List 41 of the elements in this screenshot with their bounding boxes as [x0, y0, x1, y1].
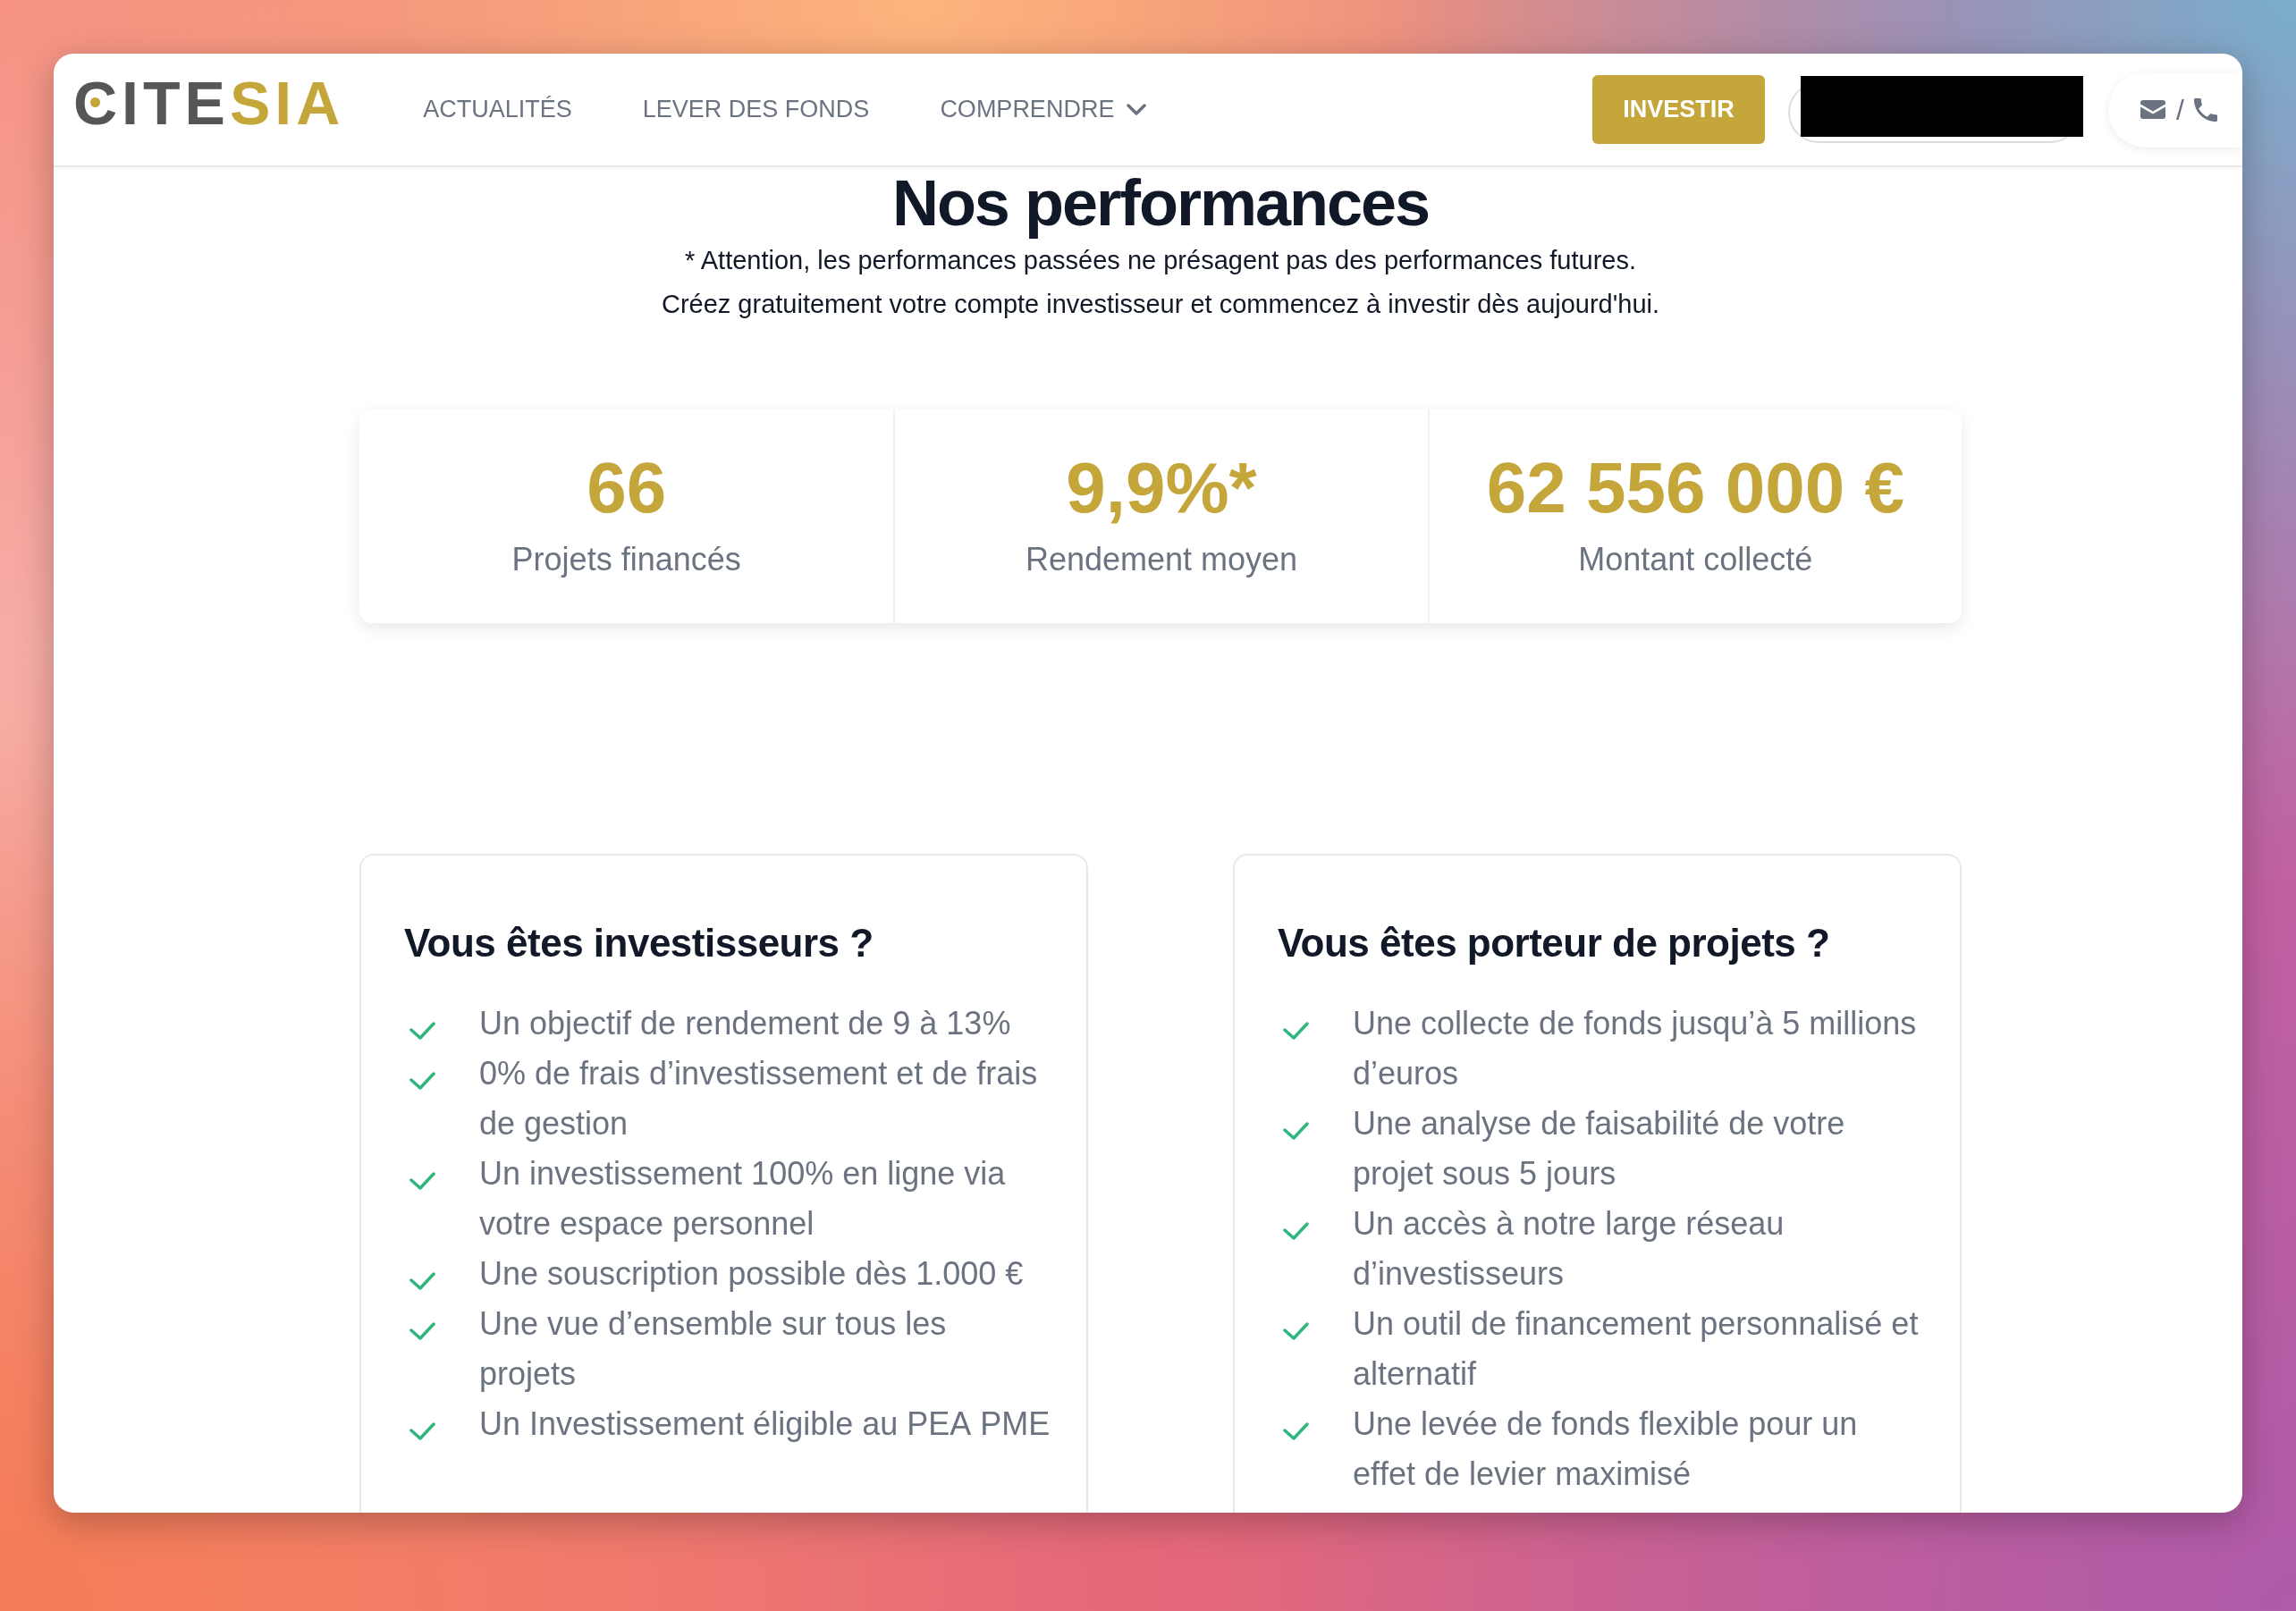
list-item-text: Un outil de financement personnalisé et alternatif [1353, 1304, 1920, 1394]
list-item-text: Un Investissement éligible au PEA PME [479, 1404, 1051, 1444]
list-item-text: Un objectif de rendement de 9 à 13% [479, 1004, 1012, 1043]
subtitle-text: * Attention, les performances passées ne présagent pas des performances futures. [685, 245, 1636, 276]
check-icon [409, 1322, 435, 1340]
list-item-text: Une analyse de faisabilité de votre projet sous 5 jours [1353, 1104, 1846, 1193]
list-item-text: Une vue d’ensemble sur tous les projets [479, 1304, 948, 1394]
stat-label: Montant collecté [1578, 540, 1813, 579]
list-item-text: 0% de frais d’investissement et de frais de gestion [479, 1054, 1039, 1143]
list-item-text: Une collecte de fonds jusqu’à 5 millions d’euros [1353, 1004, 1918, 1093]
mail-icon [2140, 100, 2165, 119]
nav-link[interactable]: ACTUALITÉS [423, 96, 572, 123]
list-item-text: Un investissement 100% en ligne via votre espace personnel [479, 1154, 1007, 1244]
stat-value: 66 [587, 452, 667, 524]
check-icon [1283, 1422, 1309, 1440]
check-icon [1283, 1022, 1309, 1040]
contact-button[interactable]: / [2108, 72, 2242, 148]
check-icon [409, 1022, 435, 1040]
list-item-text: Un accès à notre large réseau d’investisseurs [1353, 1204, 1785, 1294]
phone-icon [2193, 97, 2217, 122]
list-item-text: Une levée de fonds flexible pour un effet de levier maximisé [1353, 1404, 1859, 1494]
check-icon [409, 1272, 435, 1290]
stat-label: Rendement moyen [1025, 540, 1298, 579]
logo[interactable]: CITESIA [73, 72, 345, 133]
stat-value: 9,9%* [1066, 452, 1257, 524]
check-icon [1283, 1222, 1309, 1240]
check-icon [409, 1422, 435, 1440]
stat-label: Projets financés [511, 540, 741, 579]
stat-value: 62 556 000 € [1486, 452, 1904, 524]
redacted-button[interactable] [1788, 76, 2083, 143]
card-title: Vous êtes porteur de projets ? [1278, 920, 1831, 966]
check-icon [409, 1072, 435, 1090]
check-icon [1283, 1122, 1309, 1140]
check-icon [1283, 1322, 1309, 1340]
list-item-text: Une souscription possible dès 1.000 € [479, 1254, 1025, 1294]
section-title: Nos performances [891, 167, 1430, 239]
subtitle-text: Créez gratuitement votre compte investisseur et commencez à investir dès aujourd'hui. [661, 289, 1660, 320]
nav-link[interactable]: LEVER DES FONDS [642, 96, 870, 123]
nav-link[interactable]: COMPRENDRE [940, 96, 1147, 123]
card-title: Vous êtes investisseurs ? [404, 920, 874, 966]
check-icon [409, 1172, 435, 1190]
